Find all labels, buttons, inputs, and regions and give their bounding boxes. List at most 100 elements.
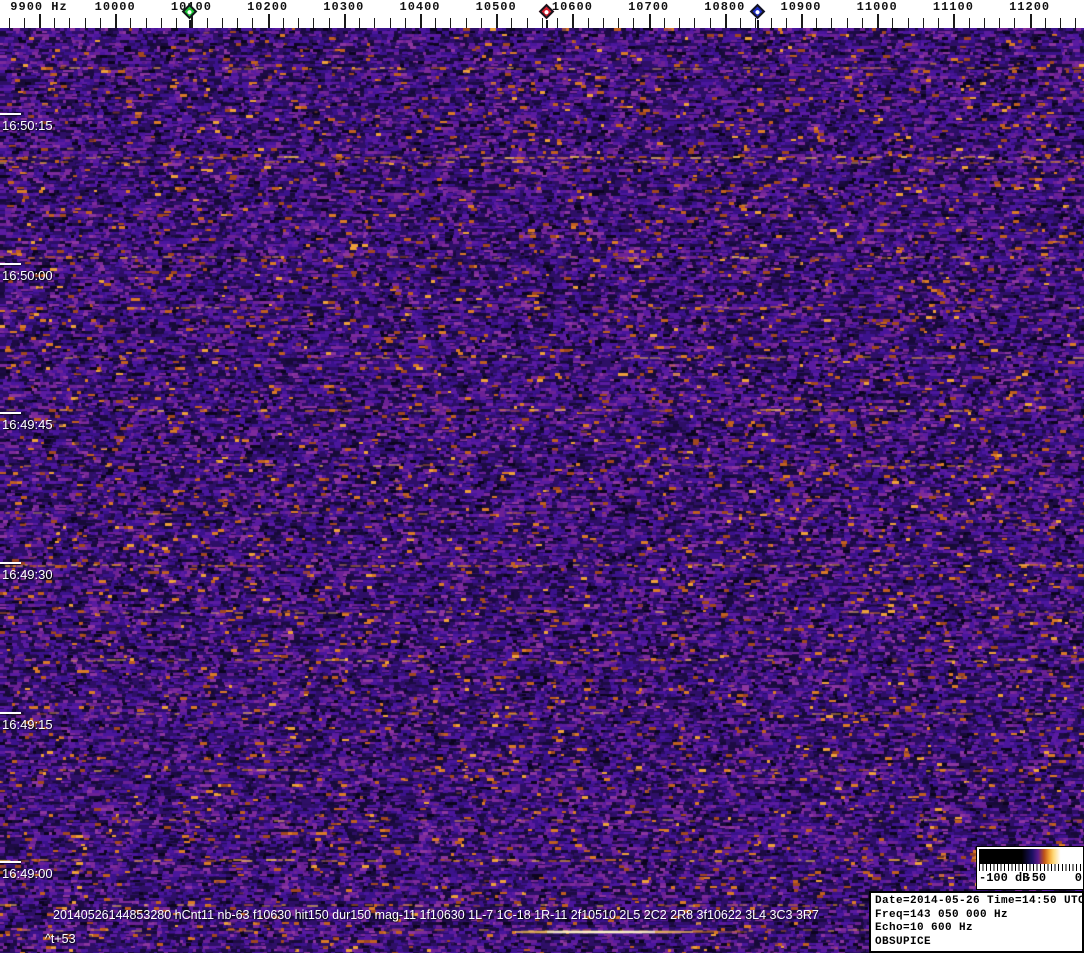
ruler-tick — [785, 18, 787, 28]
ruler-tick — [313, 18, 315, 28]
green-diamond-icon — [181, 3, 198, 20]
ruler-tick — [861, 18, 863, 28]
detection-info-text: 20140526144853280 hCnt11 nb-63 f10630 hi… — [53, 908, 819, 922]
time-label: 16:49:00 — [2, 866, 53, 881]
ruler-tick — [54, 18, 56, 28]
legend-label-mid: -50 — [1024, 871, 1047, 885]
ruler-tick — [877, 14, 880, 28]
db-scale-legend: -100 dB -50 0 — [976, 846, 1084, 890]
ruler-tick — [252, 18, 254, 28]
ruler-tick — [221, 18, 223, 28]
ruler-tick — [69, 18, 71, 28]
ruler-tick — [938, 18, 940, 28]
frequency-label: 10700 — [628, 0, 670, 14]
ruler-tick — [968, 18, 970, 28]
ruler-tick — [404, 18, 406, 28]
info-echo-frequency: Echo=10 600 Hz — [875, 922, 974, 934]
frequency-label: 10900 — [780, 0, 822, 14]
ruler-tick — [633, 18, 635, 28]
time-tick — [0, 712, 21, 714]
frequency-label: 11000 — [856, 0, 898, 14]
time-tick — [0, 263, 21, 265]
ruler-tick — [39, 14, 41, 28]
time-tick — [0, 562, 21, 564]
ruler-tick — [892, 18, 894, 28]
time-label: 16:50:15 — [2, 118, 53, 133]
ruler-tick — [648, 14, 651, 28]
ruler-tick — [480, 18, 482, 28]
time-label: 16:49:30 — [2, 567, 53, 582]
legend-tick-comb — [979, 864, 1081, 871]
ruler-tick — [160, 18, 162, 28]
ruler-tick — [435, 18, 437, 28]
red-frequency-marker[interactable] — [538, 3, 555, 28]
meteor-spectrogram-screen: 9900 Hz100001010010200103001040010500106… — [0, 0, 1084, 953]
frequency-label: 10600 — [551, 0, 593, 14]
ruler-tick — [770, 18, 772, 28]
ruler-tick — [801, 14, 803, 28]
ruler-tick — [846, 18, 848, 28]
colormap-gradient-bar — [979, 849, 1081, 864]
ruler-tick — [999, 18, 1001, 28]
time-label: 16:49:45 — [2, 417, 53, 432]
ruler-tick — [740, 18, 742, 28]
legend-label-max: 0 — [1074, 871, 1082, 885]
info-station-name: OBSUPICE — [875, 935, 932, 948]
ruler-tick — [663, 18, 665, 28]
blue-frequency-marker[interactable] — [749, 3, 766, 28]
green-frequency-marker[interactable] — [181, 3, 198, 28]
ruler-tick — [465, 18, 467, 28]
ruler-tick — [8, 18, 10, 28]
info-frequency: Freq=143 050 000 Hz — [875, 908, 1009, 921]
ruler-tick — [374, 18, 376, 28]
ruler-tick — [709, 18, 711, 28]
ruler-tick — [983, 18, 985, 28]
ruler-tick — [450, 18, 452, 28]
ruler-tick — [602, 18, 604, 28]
spectrogram-canvas — [0, 28, 1084, 953]
time-cursor-label: ^t+53 — [45, 932, 76, 946]
ruler-tick — [526, 18, 528, 28]
ruler-tick — [359, 18, 361, 28]
ruler-tick — [511, 18, 513, 28]
ruler-tick — [298, 18, 300, 28]
ruler-tick — [282, 18, 284, 28]
ruler-tick — [267, 14, 270, 28]
ruler-tick — [724, 14, 727, 28]
legend-label-min: -100 dB — [979, 871, 1030, 885]
time-tick — [0, 113, 21, 115]
ruler-tick — [953, 14, 956, 28]
ruler-tick — [206, 18, 208, 28]
info-date-time: Date=2014-05-26 Time=14:50 UTC — [875, 895, 1084, 907]
time-tick — [0, 861, 21, 863]
ruler-tick — [99, 18, 101, 28]
frequency-ruler: 9900 Hz100001010010200103001040010500106… — [0, 0, 1084, 28]
ruler-tick — [679, 18, 681, 28]
frequency-label: 11200 — [1009, 0, 1051, 14]
ruler-tick — [130, 18, 132, 28]
ruler-tick — [84, 18, 86, 28]
waterfall-area: 16:50:15 16:50:00 16:49:45 16:49:30 16:49:15… — [0, 28, 1084, 953]
ruler-tick — [694, 18, 696, 28]
frequency-label: 10300 — [323, 0, 365, 14]
ruler-tick — [572, 14, 575, 28]
ruler-tick — [1014, 18, 1016, 28]
frequency-label: 9900 Hz — [10, 0, 68, 14]
ruler-tick — [587, 18, 589, 28]
ruler-tick — [496, 14, 499, 28]
ruler-tick — [907, 18, 909, 28]
ruler-tick — [1075, 18, 1077, 28]
ruler-tick — [1060, 18, 1062, 28]
ruler-tick — [618, 18, 620, 28]
blue-diamond-icon — [749, 3, 766, 20]
ruler-tick — [145, 18, 147, 28]
ruler-tick — [1044, 18, 1046, 28]
ruler-tick — [176, 18, 178, 28]
ruler-tick — [328, 18, 330, 28]
frequency-label: 10500 — [475, 0, 517, 14]
ruler-tick — [343, 14, 346, 28]
frequency-label: 10000 — [94, 0, 136, 14]
ruler-tick — [557, 18, 559, 28]
time-label: 16:50:00 — [2, 268, 53, 283]
ruler-tick — [237, 18, 239, 28]
